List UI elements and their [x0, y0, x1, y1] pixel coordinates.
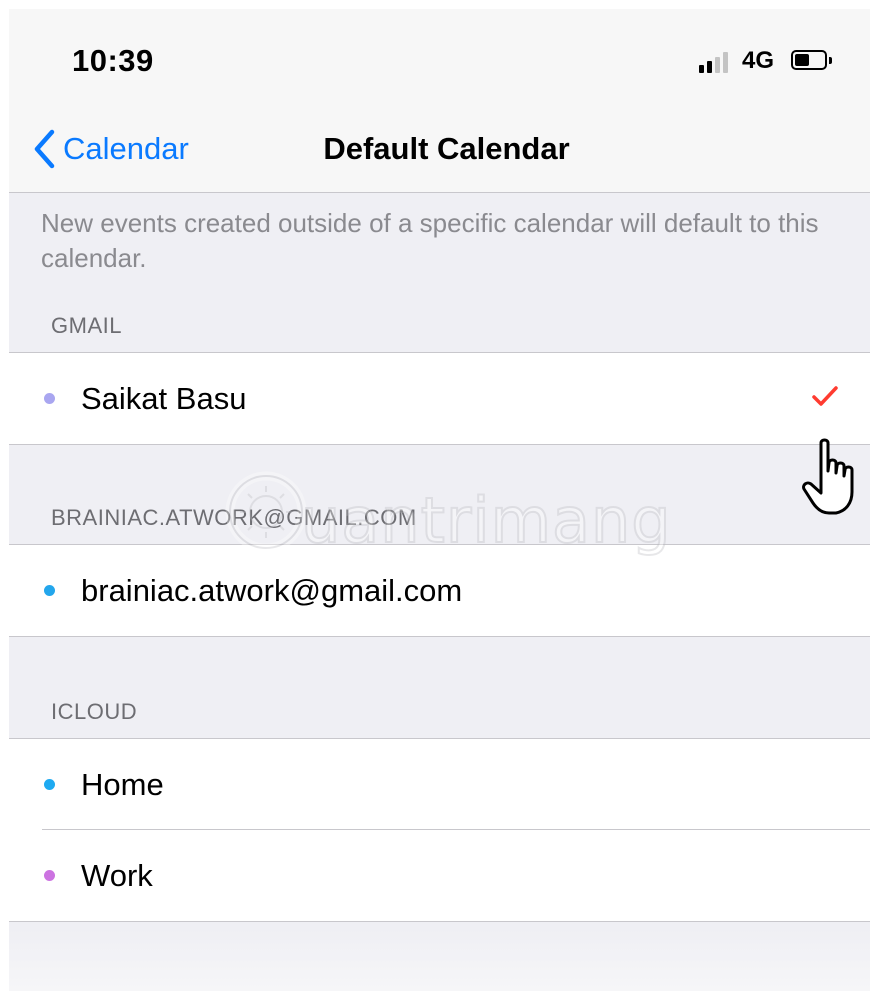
- bottom-area: [9, 929, 870, 991]
- hand-pointer-icon: [802, 438, 854, 515]
- calendar-row-label: brainiac.atwork@gmail.com: [81, 572, 463, 608]
- screen: 10:39 4G Calendar Default Calendar New e…: [9, 9, 870, 991]
- calendar-color-dot: [44, 779, 55, 790]
- network-type: 4G: [742, 47, 775, 74]
- description-text: New events created outside of a specific…: [41, 208, 819, 273]
- section-header-brainiac: BRAINIAC.ATWORK@GMAIL.COM: [51, 505, 417, 530]
- section-group-brainiac: brainiac.atwork@gmail.com: [9, 544, 870, 637]
- calendar-row-home[interactable]: Home: [9, 739, 870, 830]
- calendar-row-label: Home: [81, 766, 164, 802]
- calendar-color-dot: [44, 393, 55, 404]
- calendar-color-dot: [44, 585, 55, 596]
- calendar-row-label: Saikat Basu: [81, 380, 247, 416]
- calendar-row-brainiac[interactable]: brainiac.atwork@gmail.com: [9, 545, 870, 636]
- calendar-row-label: Work: [81, 857, 153, 893]
- section-group-icloud: Home Work: [9, 738, 870, 922]
- signal-icon: [699, 51, 735, 73]
- calendar-row-work[interactable]: Work: [9, 830, 870, 921]
- battery-icon: [791, 50, 835, 72]
- section-group-gmail: Saikat Basu: [9, 352, 870, 445]
- section-header-icloud: ICLOUD: [51, 699, 138, 724]
- navigation-bar: Calendar Default Calendar: [9, 109, 870, 193]
- status-bar: 10:39 4G: [9, 9, 870, 109]
- status-time: 10:39: [72, 43, 154, 78]
- checkmark-icon: [812, 386, 838, 406]
- section-header-gmail: GMAIL: [51, 313, 122, 338]
- calendar-row-saikat-basu[interactable]: Saikat Basu: [9, 353, 870, 444]
- page-title: Default Calendar: [323, 131, 570, 166]
- calendar-color-dot: [44, 870, 55, 881]
